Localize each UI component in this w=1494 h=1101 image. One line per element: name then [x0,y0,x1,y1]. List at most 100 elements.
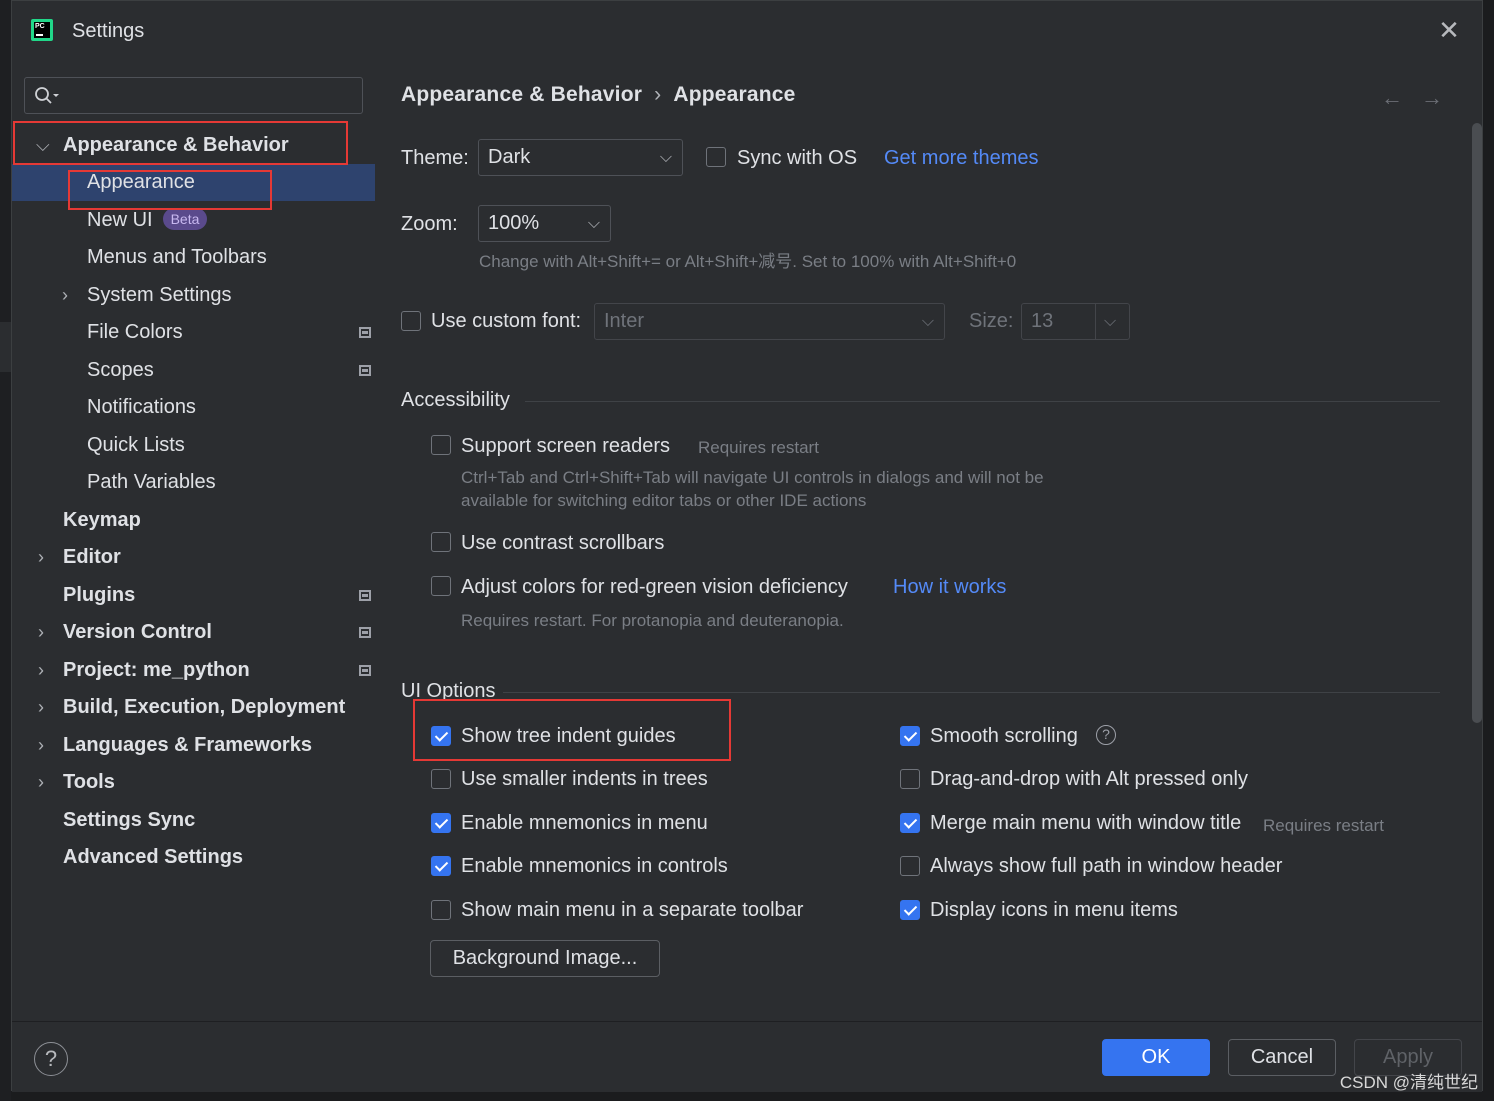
tree-indent-guides-label[interactable]: Show tree indent guides [461,725,676,748]
help-button[interactable]: ? [34,1042,68,1076]
tree-system-settings[interactable]: › System Settings [12,277,375,314]
project-settings-icon [359,365,371,376]
forward-arrow-icon[interactable]: → [1421,85,1443,111]
size-label: Size: [969,310,1014,332]
chevron-right-icon[interactable]: › [38,539,52,576]
theme-label: Theme: [401,147,469,169]
font-dropdown[interactable]: Inter ⌵ [594,303,945,340]
screen-readers-checkbox[interactable] [431,435,451,455]
dialog-footer: ? OK Cancel Apply [12,1021,1482,1092]
chevron-right-icon[interactable]: › [38,652,52,689]
custom-font-label[interactable]: Use custom font: [431,310,581,333]
tree-build-execution[interactable]: › Build, Execution, Deployment [12,689,375,726]
chevron-down-icon: ⌵ [587,215,600,232]
tree-languages-frameworks[interactable]: › Languages & Frameworks [12,727,375,764]
background-image-button[interactable]: Background Image... [430,940,660,977]
tree-notifications[interactable]: Notifications [12,389,375,426]
separate-toolbar-checkbox[interactable] [431,900,451,920]
red-green-desc: Requires restart. For protanopia and deu… [461,611,844,630]
project-settings-icon [359,327,371,338]
how-it-works-link[interactable]: How it works [893,576,1006,599]
ok-button[interactable]: OK [1102,1039,1210,1076]
close-icon[interactable]: ✕ [1436,17,1462,43]
custom-font-checkbox[interactable] [401,311,421,331]
tree-plugins[interactable]: Plugins [12,577,375,614]
sync-os-checkbox[interactable] [706,147,726,167]
chevron-down-icon[interactable]: ⌵ [36,127,50,164]
tree-appearance-behavior[interactable]: ⌵ Appearance & Behavior [12,127,375,164]
contrast-scrollbars-label[interactable]: Use contrast scrollbars [461,532,664,555]
tree-file-colors[interactable]: File Colors [12,314,375,351]
tree-scopes[interactable]: Scopes [12,352,375,389]
chevron-right-icon[interactable]: › [38,764,52,801]
screen-readers-desc: Ctrl+Tab and Ctrl+Shift+Tab will navigat… [461,468,1044,487]
background-window [0,0,11,1101]
tree-path-variables[interactable]: Path Variables [12,464,375,501]
search-input[interactable] [69,84,349,108]
scrollbar-thumb[interactable] [1472,123,1482,723]
tree-new-ui[interactable]: New UI Beta [12,202,375,239]
settings-search[interactable] [24,77,363,114]
watermark: CSDN @清纯世纪 [1339,1073,1478,1092]
breadcrumb: Appearance & Behavior › Appearance [401,83,796,106]
chevron-right-icon[interactable]: › [62,277,76,314]
screen-readers-label[interactable]: Support screen readers [461,435,670,458]
smaller-indents-checkbox[interactable] [431,769,451,789]
red-green-checkbox[interactable] [431,576,451,596]
requires-restart-note: Requires restart [698,438,819,457]
sync-os-label[interactable]: Sync with OS [737,147,857,170]
zoom-dropdown[interactable]: 100% ⌵ [478,205,611,242]
tree-appearance[interactable]: Appearance [12,164,375,201]
merge-main-menu-label[interactable]: Merge main menu with window title [930,812,1241,835]
breadcrumb-parent[interactable]: Appearance & Behavior [401,83,642,106]
project-settings-icon [359,627,371,638]
chevron-right-icon[interactable]: › [38,689,52,726]
drag-drop-alt-label[interactable]: Drag-and-drop with Alt pressed only [930,768,1248,791]
project-settings-icon [359,590,371,601]
content-scrollbar[interactable] [1470,63,1482,763]
tree-indent-guides-checkbox[interactable] [431,726,451,746]
theme-dropdown[interactable]: Dark ⌵ [478,139,683,176]
tree-menus-toolbars[interactable]: Menus and Toolbars [12,239,375,276]
window-title: Settings [72,20,145,42]
cancel-button[interactable]: Cancel [1228,1039,1336,1076]
mnemonics-controls-label[interactable]: Enable mnemonics in controls [461,855,728,878]
settings-sidebar: ⌵ Appearance & Behavior Appearance New U… [12,63,375,1021]
menu-icons-label[interactable]: Display icons in menu items [930,899,1178,922]
zoom-hint: Change with Alt+Shift+= or Alt+Shift+减号.… [479,252,1017,271]
chevron-right-icon[interactable]: › [38,614,52,651]
settings-dialog: PC Settings ✕ ⌵ Appearance & Behavior Ap… [11,0,1483,1092]
tree-quick-lists[interactable]: Quick Lists [12,427,375,464]
tree-tools[interactable]: › Tools [12,764,375,801]
full-path-header-label[interactable]: Always show full path in window header [930,855,1282,878]
tree-keymap[interactable]: Keymap [12,502,375,539]
project-settings-icon [359,665,371,676]
tree-advanced-settings[interactable]: Advanced Settings [12,839,375,876]
requires-restart-note: Requires restart [1263,816,1384,835]
menu-icons-checkbox[interactable] [900,900,920,920]
full-path-header-checkbox[interactable] [900,856,920,876]
contrast-scrollbars-checkbox[interactable] [431,532,451,552]
red-green-label[interactable]: Adjust colors for red-green vision defic… [461,576,848,599]
search-icon [35,87,59,104]
get-more-themes-link[interactable]: Get more themes [884,147,1039,170]
tree-settings-sync[interactable]: Settings Sync [12,802,375,839]
merge-main-menu-checkbox[interactable] [900,813,920,833]
chevron-down-icon: ⌵ [1095,304,1129,339]
size-combo[interactable]: 13 ⌵ [1021,303,1130,340]
mnemonics-menu-checkbox[interactable] [431,813,451,833]
back-arrow-icon[interactable]: ← [1381,85,1403,111]
chevron-right-icon[interactable]: › [38,727,52,764]
help-icon[interactable]: ? [1096,725,1116,745]
separate-toolbar-label[interactable]: Show main menu in a separate toolbar [461,899,803,922]
tree-version-control[interactable]: › Version Control [12,614,375,651]
smooth-scrolling-label[interactable]: Smooth scrolling [930,725,1078,748]
smooth-scrolling-checkbox[interactable] [900,726,920,746]
smaller-indents-label[interactable]: Use smaller indents in trees [461,768,708,791]
drag-drop-alt-checkbox[interactable] [900,769,920,789]
tree-editor[interactable]: › Editor [12,539,375,576]
pycharm-logo-icon: PC [31,19,53,41]
tree-project[interactable]: › Project: me_python [12,652,375,689]
mnemonics-controls-checkbox[interactable] [431,856,451,876]
mnemonics-menu-label[interactable]: Enable mnemonics in menu [461,812,708,835]
